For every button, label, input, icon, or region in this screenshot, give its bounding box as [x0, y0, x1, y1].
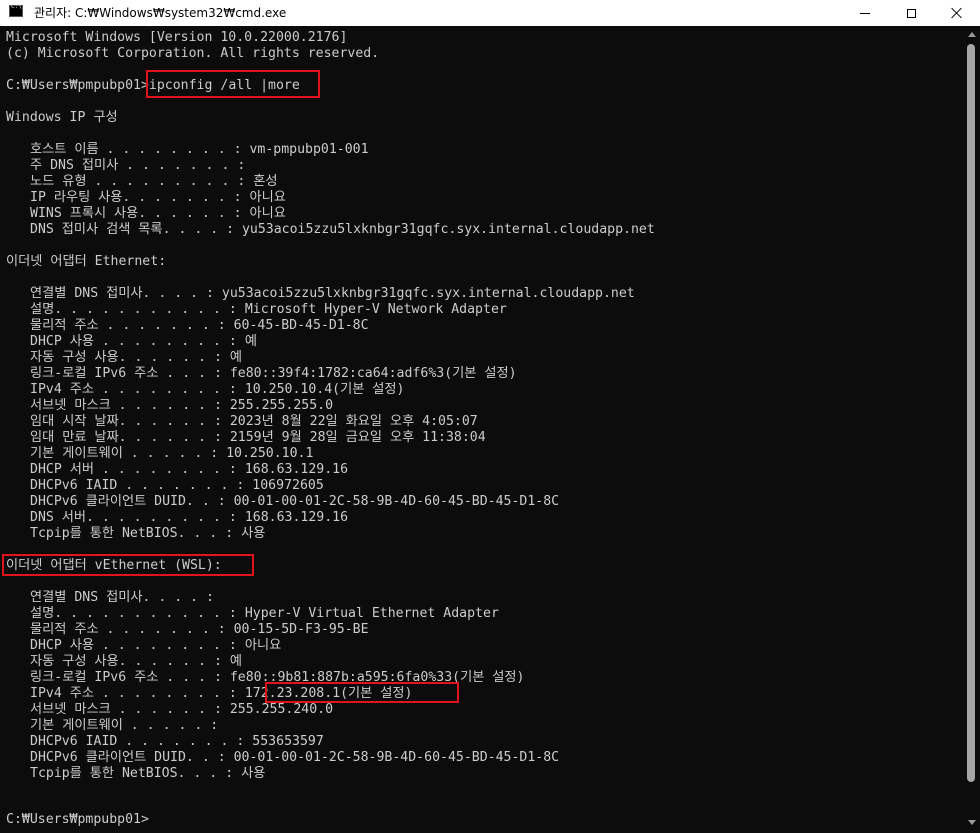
scroll-up-arrow-icon[interactable] [968, 32, 976, 37]
eth-line-dns-servers: DNS 서버. . . . . . . . . : 168.63.129.16 [30, 510, 349, 525]
prompt: C:₩Users₩pmpubp01> [6, 78, 149, 93]
wsl-line-physical-address: 물리적 주소 . . . . . . . : 00-15-5D-F3-95-BE [30, 622, 369, 637]
eth-line-ipv6: 링크-로컬 IPv6 주소 . . . : fe80::39f4:1782:ca… [30, 366, 517, 381]
wsl-line-dns-suffix: 연결별 DNS 접미사. . . . : [30, 590, 214, 605]
eth-line-dhcpv6-iaid: DHCPv6 IAID . . . . . . . : 106972605 [30, 478, 324, 493]
wsl-line-dhcp-enabled: DHCP 사용 . . . . . . . . : 아니요 [30, 638, 282, 653]
eth-line-dhcp-server: DHCP 서버 . . . . . . . . : 168.63.129.16 [30, 462, 349, 477]
eth-line-physical-address: 물리적 주소 . . . . . . . : 60-45-BD-45-D1-8C [30, 318, 369, 333]
wsl-line-ipv6: 링크-로컬 IPv6 주소 . . . : fe80::9b81:887b:a5… [30, 670, 525, 685]
command-line: C:₩Users₩pmpubp01>ipconfig /all |more [6, 78, 300, 94]
scroll-thumb[interactable] [967, 44, 975, 782]
prompt-line: C:₩Users₩pmpubp01> [6, 812, 149, 827]
vertical-scrollbar[interactable] [964, 26, 980, 833]
copyright-line: (c) Microsoft Corporation. All rights re… [6, 46, 380, 61]
eth-line-dns-suffix: 연결별 DNS 접미사. . . . : yu53acoi5zzu5lxknbg… [30, 286, 635, 301]
title-bar[interactable]: 관리자: C:₩Windows₩system32₩cmd.exe [0, 0, 980, 26]
eth-line-subnet: 서브넷 마스크 . . . . . . : 255.255.255.0 [30, 398, 334, 413]
maximize-button[interactable] [888, 0, 934, 26]
config-line-ip-routing: IP 라우팅 사용. . . . . . . : 아니요 [30, 190, 286, 205]
config-line-dns-search-list: DNS 접미사 검색 목록. . . . : yu53acoi5zzu5lxkn… [30, 222, 655, 237]
eth-line-description: 설명. . . . . . . . . . . : Microsoft Hype… [30, 302, 507, 317]
wsl-line-dhcpv6-duid: DHCPv6 클라이언트 DUID. . : 00-01-00-01-2C-58… [30, 750, 560, 765]
wsl-line-gateway: 기본 게이트웨이 . . . . . : [30, 718, 219, 733]
maximize-icon [906, 8, 916, 18]
eth-line-dhcp-enabled: DHCP 사용 . . . . . . . . : 예 [30, 334, 257, 349]
eth-line-gateway: 기본 게이트웨이 . . . . . : 10.250.10.1 [30, 446, 314, 461]
eth-line-lease-expires: 임대 만료 날짜. . . . . . : 2159년 9월 28일 금요일 오… [30, 430, 486, 445]
wsl-line-netbios: Tcpip를 통한 NetBIOS. . . : 사용 [30, 766, 266, 781]
wsl-line-ipv4: IPv4 주소 . . . . . . . . : 172.23.208.1(기… [30, 686, 413, 701]
command-text: ipconfig /all |more [148, 78, 300, 93]
section-title-wsl: 이더넷 어댑터 vEthernet (WSL): [6, 558, 222, 573]
section-title-ip-config: Windows IP 구성 [6, 110, 118, 125]
config-line-node-type: 노드 유형 . . . . . . . . . : 혼성 [30, 174, 278, 189]
eth-line-lease-obtained: 임대 시작 날짜. . . . . . : 2023년 8월 22일 화요일 오… [30, 414, 478, 429]
version-line: Microsoft Windows [Version 10.0.22000.21… [6, 30, 348, 45]
eth-line-netbios: Tcpip를 통한 NetBIOS. . . : 사용 [30, 526, 266, 541]
close-button[interactable] [934, 0, 980, 26]
wsl-line-autoconfig: 자동 구성 사용. . . . . . : 예 [30, 654, 242, 669]
cmd-icon[interactable] [9, 3, 23, 17]
eth-line-ipv4: IPv4 주소 . . . . . . . . : 10.250.10.4(기본… [30, 382, 405, 397]
scroll-down-arrow-icon[interactable] [968, 820, 976, 825]
config-line-primary-dns-suffix: 주 DNS 접미사 . . . . . . . : [30, 158, 246, 173]
eth-line-autoconfig: 자동 구성 사용. . . . . . : 예 [30, 350, 242, 365]
wsl-line-dhcpv6-iaid: DHCPv6 IAID . . . . . . . : 553653597 [30, 734, 324, 749]
window-title: 관리자: C:₩Windows₩system32₩cmd.exe [34, 6, 287, 20]
config-line-hostname: 호스트 이름 . . . . . . . . : vm-pmpubp01-001 [30, 142, 369, 157]
minimize-icon [860, 12, 870, 14]
minimize-button[interactable] [842, 0, 888, 26]
config-line-wins-proxy: WINS 프록시 사용. . . . . . : 아니요 [30, 206, 286, 221]
eth-line-dhcpv6-duid: DHCPv6 클라이언트 DUID. . : 00-01-00-01-2C-58… [30, 494, 560, 509]
section-title-ethernet: 이더넷 어댑터 Ethernet: [6, 254, 167, 269]
cmd-window: 관리자: C:₩Windows₩system32₩cmd.exe Microso… [0, 0, 980, 833]
close-icon [951, 7, 963, 19]
wsl-line-subnet: 서브넷 마스크 . . . . . . : 255.255.240.0 [30, 702, 334, 717]
console-output[interactable]: Microsoft Windows [Version 10.0.22000.21… [0, 26, 964, 833]
wsl-line-description: 설명. . . . . . . . . . . : Hyper-V Virtua… [30, 606, 499, 621]
